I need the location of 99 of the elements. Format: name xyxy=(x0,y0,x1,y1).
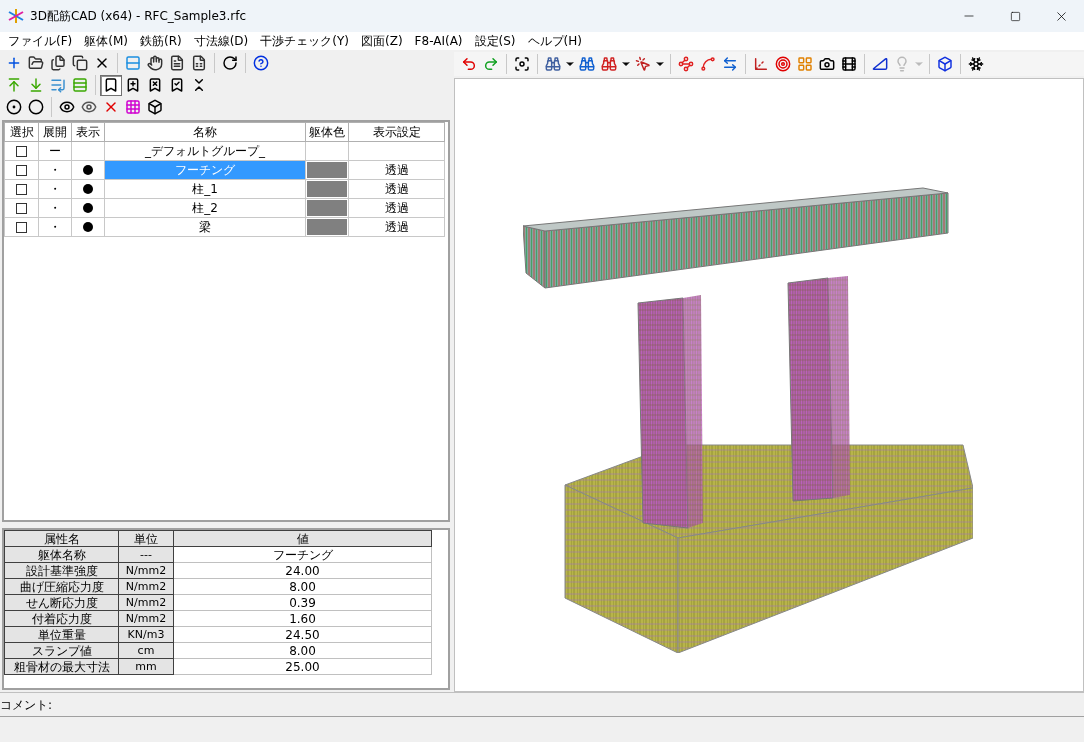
bookmark-icon xyxy=(103,77,119,93)
column-header: 表示設定 xyxy=(348,122,445,142)
app-logo-icon xyxy=(8,8,24,24)
cube-icon xyxy=(937,55,953,72)
arrow-up-icon xyxy=(6,77,22,93)
binoculars-icon xyxy=(545,55,561,72)
film-icon xyxy=(841,55,857,72)
checkbox[interactable] xyxy=(16,145,27,157)
table-cell: 8.00 xyxy=(173,642,432,659)
lightbulb-icon xyxy=(894,55,910,72)
redo-icon xyxy=(483,55,499,72)
table-cell[interactable]: 柱_1 xyxy=(104,179,306,199)
menu-item[interactable]: ヘルプ(H) xyxy=(521,32,588,50)
menu-item[interactable]: 躯体(M) xyxy=(78,32,134,50)
column-header: 表示 xyxy=(71,122,105,142)
table-cell[interactable]: ・ xyxy=(38,198,72,218)
grid-icon xyxy=(797,55,813,72)
bookmark-check-icon xyxy=(169,77,185,93)
close-icon xyxy=(103,99,119,115)
table-cell: 24.50 xyxy=(173,626,432,643)
table-cell[interactable]: 梁 xyxy=(104,217,306,237)
arrow-down-icon xyxy=(28,77,44,93)
menu-item[interactable]: F8-AI(A) xyxy=(408,32,469,50)
table-cell: 0.39 xyxy=(173,594,432,611)
focus-icon xyxy=(514,55,530,72)
eye-icon xyxy=(81,99,97,115)
copy-icon xyxy=(50,55,66,71)
table-cell: 25.00 xyxy=(173,658,432,675)
add-icon xyxy=(6,55,22,71)
target-icon xyxy=(775,55,791,72)
maximize-icon xyxy=(1009,10,1021,22)
menu-item[interactable]: 図面(Z) xyxy=(355,32,409,50)
rows-icon xyxy=(72,77,88,93)
list-icon xyxy=(50,77,66,93)
table-cell[interactable]: 柱_2 xyxy=(104,198,306,218)
binoculars-icon xyxy=(579,55,595,72)
camera-icon xyxy=(819,55,835,72)
circle-icon xyxy=(28,99,44,115)
radio-dot-icon xyxy=(6,99,22,115)
column-header: 値 xyxy=(173,530,432,547)
binoculars-icon xyxy=(601,55,617,72)
color-swatch[interactable] xyxy=(307,181,347,197)
table-cell[interactable]: ・ xyxy=(38,160,72,180)
bookmark-plus-icon xyxy=(125,77,141,93)
cube-icon xyxy=(147,99,163,115)
menu-item[interactable]: 寸法線(D) xyxy=(187,32,255,50)
column-header: 躯体色 xyxy=(305,122,349,142)
grid-icon xyxy=(125,99,141,115)
undo-icon xyxy=(461,55,477,72)
table-cell: 1.60 xyxy=(173,610,432,627)
nodes-icon xyxy=(678,55,694,72)
column-header: 単位 xyxy=(118,530,174,547)
column-header: 名称 xyxy=(104,122,306,142)
window-title: 3D配筋CAD (x64) - RFC_Sample3.rfc xyxy=(30,8,247,25)
table-cell[interactable]: 透過 xyxy=(384,163,409,177)
table-cell[interactable]: 透過 xyxy=(384,182,409,196)
table-cell[interactable]: ー xyxy=(38,141,72,161)
table-cell[interactable]: _デフォルトグループ_ xyxy=(104,141,306,161)
help-icon xyxy=(253,55,269,71)
close-icon xyxy=(94,55,110,71)
checkbox[interactable] xyxy=(16,221,27,233)
color-swatch[interactable] xyxy=(307,162,347,178)
curve-icon xyxy=(700,55,716,72)
table-cell: 24.00 xyxy=(173,562,432,579)
column-header: 属性名 xyxy=(4,530,119,547)
table-cell: 8.00 xyxy=(173,578,432,595)
toolbar-button[interactable] xyxy=(100,74,122,96)
refresh-icon xyxy=(222,55,238,71)
snowflake-icon xyxy=(968,55,984,72)
table-cell: フーチング xyxy=(173,546,432,563)
copy-icon xyxy=(72,55,88,71)
pointer-icon xyxy=(635,55,651,72)
color-swatch[interactable] xyxy=(307,200,347,216)
table-cell[interactable]: 透過 xyxy=(384,220,409,234)
axes-icon xyxy=(753,55,769,72)
menu-item[interactable]: 鉄筋(R) xyxy=(134,32,188,50)
bookmark-x-icon xyxy=(147,77,163,93)
column-header: 展開 xyxy=(38,122,72,142)
table-cell[interactable]: 透過 xyxy=(384,201,409,215)
checkbox[interactable] xyxy=(16,164,27,176)
table-cell[interactable]: ・ xyxy=(38,217,72,237)
arrows-icon xyxy=(722,55,738,72)
column-header: 選択 xyxy=(4,122,39,142)
color-swatch[interactable] xyxy=(307,219,347,235)
hand-icon xyxy=(147,55,163,71)
document-icon xyxy=(169,55,185,71)
rows-icon xyxy=(125,55,141,71)
triangle-icon xyxy=(872,55,888,72)
menu-item[interactable]: 干渉チェック(Y) xyxy=(254,32,355,50)
eye-icon xyxy=(59,99,75,115)
checkbox[interactable] xyxy=(16,202,27,214)
menu-item[interactable]: 設定(S) xyxy=(468,32,522,50)
model-viewport[interactable] xyxy=(454,77,1084,692)
checkbox[interactable] xyxy=(16,183,27,195)
comment-label: コメント: xyxy=(0,696,53,714)
table-cell[interactable]: ・ xyxy=(38,179,72,199)
folder-icon xyxy=(28,55,44,71)
menu-item[interactable]: ファイル(F) xyxy=(2,32,79,50)
spreadsheet-icon xyxy=(191,55,207,71)
